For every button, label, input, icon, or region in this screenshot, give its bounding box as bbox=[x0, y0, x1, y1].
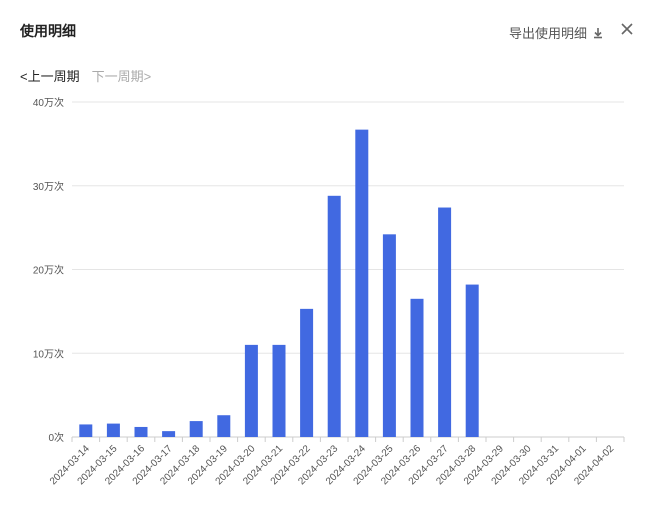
bar bbox=[382, 234, 396, 437]
y-tick-label: 0次 bbox=[48, 431, 64, 444]
bar bbox=[79, 424, 93, 437]
bar bbox=[410, 298, 424, 437]
bar bbox=[106, 423, 120, 437]
y-tick-label: 40万次 bbox=[33, 96, 64, 109]
y-tick-label: 20万次 bbox=[33, 264, 64, 277]
y-tick-label: 10万次 bbox=[33, 347, 64, 360]
usage-bar-chart: 0次10万次20万次30万次40万次2024-03-142024-03-1520… bbox=[33, 96, 625, 487]
bar bbox=[465, 284, 479, 437]
bar bbox=[189, 421, 203, 437]
bar bbox=[327, 195, 341, 437]
y-tick-label: 30万次 bbox=[33, 180, 64, 193]
bar bbox=[217, 415, 231, 437]
bar bbox=[272, 344, 286, 437]
bar bbox=[244, 344, 258, 437]
bar bbox=[162, 431, 176, 437]
bar bbox=[355, 129, 369, 437]
bar bbox=[438, 207, 452, 437]
bar bbox=[300, 308, 314, 437]
bar bbox=[134, 426, 148, 437]
